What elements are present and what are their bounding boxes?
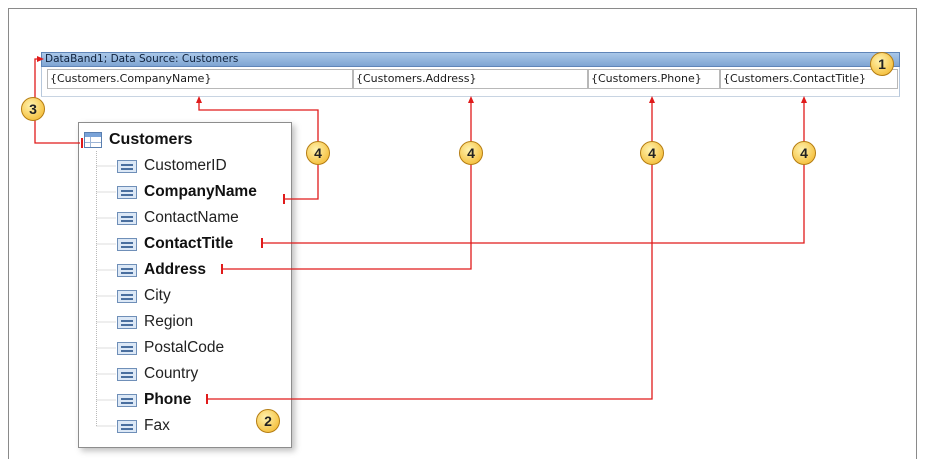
tree-item-label: Fax xyxy=(144,417,170,434)
callout-datasource-link: 3 xyxy=(21,97,45,121)
tree-item-fax[interactable]: Fax xyxy=(117,415,170,437)
tree-item-label: CustomerID xyxy=(144,157,227,174)
report-designer-canvas: DataBand1; Data Source: Customers {Custo… xyxy=(0,0,932,459)
callout-dictionary: 2 xyxy=(256,409,280,433)
field-address[interactable]: {Customers.Address} xyxy=(353,69,588,89)
column-icon xyxy=(117,367,137,381)
tree-node-customers-label: Customers xyxy=(109,131,193,148)
column-icon xyxy=(117,237,137,251)
callout-field-link-phone: 4 xyxy=(640,141,664,165)
column-icon xyxy=(117,393,137,407)
column-icon xyxy=(117,263,137,277)
tree-item-country[interactable]: Country xyxy=(117,363,198,385)
column-icon xyxy=(117,289,137,303)
tree-item-city[interactable]: City xyxy=(117,285,171,307)
tree-item-contactname[interactable]: ContactName xyxy=(117,207,239,229)
callout-field-link-address: 4 xyxy=(459,141,483,165)
tree-item-label: PostalCode xyxy=(144,339,225,356)
field-contact-title-text: {Customers.ContactTitle} xyxy=(723,72,867,85)
databand-header[interactable]: DataBand1; Data Source: Customers xyxy=(41,52,900,67)
column-icon xyxy=(117,419,137,433)
tree-item-label: ContactTitle xyxy=(144,235,234,252)
tree-item-label: Address xyxy=(144,261,207,278)
tree-item-label: Phone xyxy=(144,391,192,408)
callout-field-link-contacttitle: 4 xyxy=(792,141,816,165)
databand-header-text: DataBand1; Data Source: Customers xyxy=(45,53,239,65)
dictionary-tree-panel: Customers CustomerID CompanyName Contact… xyxy=(78,122,292,448)
field-address-text: {Customers.Address} xyxy=(356,72,477,85)
tree-item-label: City xyxy=(144,287,171,304)
table-icon xyxy=(84,132,102,148)
tree-item-label: Region xyxy=(144,313,194,330)
column-icon xyxy=(117,211,137,225)
field-company-name-text: {Customers.CompanyName} xyxy=(50,72,212,85)
callout-field-link-companyname: 4 xyxy=(306,141,330,165)
column-icon xyxy=(117,185,137,199)
tree-node-customers[interactable]: Customers xyxy=(84,129,193,151)
callout-band: 1 xyxy=(870,52,894,76)
tree-item-label: CompanyName xyxy=(144,183,257,200)
tree-item-region[interactable]: Region xyxy=(117,311,193,333)
tree-item-label: Country xyxy=(144,365,199,382)
tree-item-address[interactable]: Address xyxy=(117,259,206,281)
column-icon xyxy=(117,341,137,355)
tree-item-contacttitle[interactable]: ContactTitle xyxy=(117,233,233,255)
field-company-name[interactable]: {Customers.CompanyName} xyxy=(47,69,353,89)
tree-item-customerid[interactable]: CustomerID xyxy=(117,155,227,177)
tree-item-companyname[interactable]: CompanyName xyxy=(117,181,257,203)
field-phone-text: {Customers.Phone} xyxy=(591,72,702,85)
column-icon xyxy=(117,315,137,329)
tree-item-phone[interactable]: Phone xyxy=(117,389,191,411)
tree-item-label: ContactName xyxy=(144,209,239,226)
field-phone[interactable]: {Customers.Phone} xyxy=(588,69,720,89)
tree-guide-lines xyxy=(96,151,116,427)
column-icon xyxy=(117,159,137,173)
field-contact-title[interactable]: {Customers.ContactTitle} xyxy=(720,69,898,89)
tree-item-postalcode[interactable]: PostalCode xyxy=(117,337,224,359)
